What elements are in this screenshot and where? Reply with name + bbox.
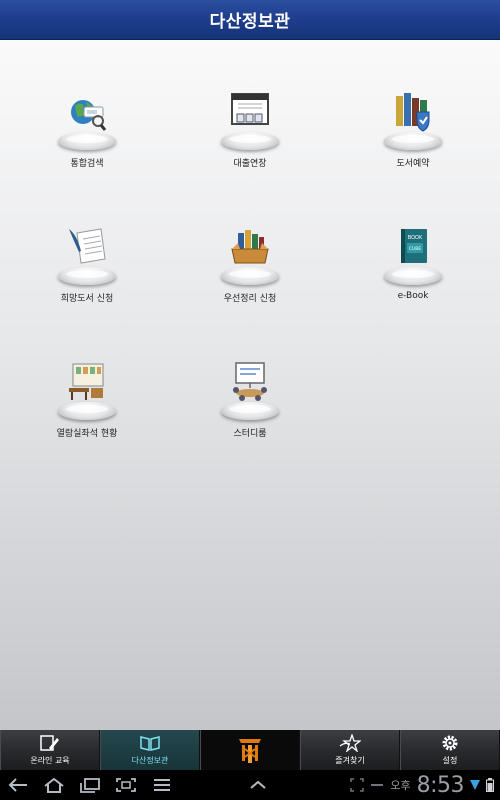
menu-button[interactable]: [144, 770, 180, 800]
tile-label: 통합검색: [70, 159, 104, 169]
chevron-up-icon: [250, 780, 266, 789]
system-navigation-bar: 오후 8:53: [0, 770, 500, 800]
tab-label: 온라인 교육: [30, 756, 70, 765]
screenshot-icon: [116, 778, 136, 792]
screenshot-button[interactable]: [108, 770, 144, 800]
expand-button[interactable]: [240, 770, 276, 800]
home-button[interactable]: [36, 770, 72, 800]
clock: 8:53: [416, 772, 465, 798]
tab-label: 다산정보관: [131, 756, 169, 765]
clock-period: 오후: [390, 779, 411, 792]
svg-text:CUBE: CUBE: [409, 246, 422, 252]
tile-priority-processing[interactable]: 우선정리 신청: [175, 225, 325, 335]
svg-text:BOOK: BOOK: [408, 235, 423, 241]
tile-label: 스터디룸: [233, 429, 267, 439]
back-button[interactable]: [0, 770, 36, 800]
tile-book-request[interactable]: 희망도서 신청: [12, 225, 162, 335]
recent-apps-button[interactable]: [72, 770, 108, 800]
tab-label: 설정: [442, 756, 458, 765]
page-title: 다산정보관: [209, 12, 291, 32]
tab-label: 즐겨찾기: [335, 756, 365, 765]
gear-icon: [442, 735, 458, 751]
book-box-icon: [231, 230, 269, 264]
wifi-icon: [470, 780, 480, 790]
university-logo-icon: [239, 739, 261, 763]
tile-study-room[interactable]: 스터디룸: [175, 360, 325, 470]
study-room-icon: [233, 362, 267, 401]
tab-home-logo[interactable]: [200, 730, 300, 770]
tile-loan-extension[interactable]: 대출연장: [175, 90, 325, 200]
tile-book-reservation[interactable]: 도서예약: [338, 90, 488, 200]
tile-label: 대출연장: [233, 159, 267, 169]
tile-label: 열람실좌석 현황: [56, 429, 118, 439]
edit-icon: [40, 735, 59, 751]
tile-label: e-Book: [397, 291, 429, 301]
tab-favorites[interactable]: 즐겨찾기: [300, 730, 400, 770]
tab-dasan-library[interactable]: 다산정보관: [100, 730, 200, 770]
calendar-icon: [231, 93, 269, 125]
menu-icon: [154, 779, 170, 791]
home-icon: [44, 777, 64, 793]
tile-label: 도서예약: [396, 159, 430, 169]
tile-ebook[interactable]: BOOK CUBE e-Book: [338, 225, 488, 335]
open-book-icon: [140, 736, 160, 751]
tab-online-education[interactable]: 온라인 교육: [0, 730, 100, 770]
tab-settings[interactable]: 설정: [400, 730, 500, 770]
tile-label: 희망도서 신청: [60, 294, 114, 304]
ebook-icon: BOOK CUBE: [401, 229, 427, 263]
fullscreen-icon: [350, 778, 365, 792]
globe-search-icon: [71, 100, 107, 131]
app-header: 다산정보관: [0, 0, 500, 40]
bottom-tab-bar: 온라인 교육 다산정보관 즐겨찾기 설정: [0, 730, 500, 770]
back-arrow-icon: [8, 778, 27, 792]
tile-integrated-search[interactable]: 통합검색: [12, 90, 162, 200]
status-area: 오후 8:53: [350, 770, 494, 800]
books-shield-icon: [396, 93, 430, 132]
menu-grid: 통합검색 대출연장 도서예약 희망도서 신청 우선정리 신청 BOOK CUBE…: [0, 40, 500, 730]
star-icon: [339, 734, 361, 752]
minus-icon: [371, 784, 384, 786]
reading-room-icon: [69, 363, 104, 400]
quill-paper-icon: [69, 228, 106, 264]
tile-reading-room-seats[interactable]: 열람실좌석 현황: [12, 360, 162, 470]
battery-icon: [486, 778, 494, 792]
recent-apps-icon: [80, 778, 100, 793]
tile-label: 우선정리 신청: [223, 294, 277, 304]
